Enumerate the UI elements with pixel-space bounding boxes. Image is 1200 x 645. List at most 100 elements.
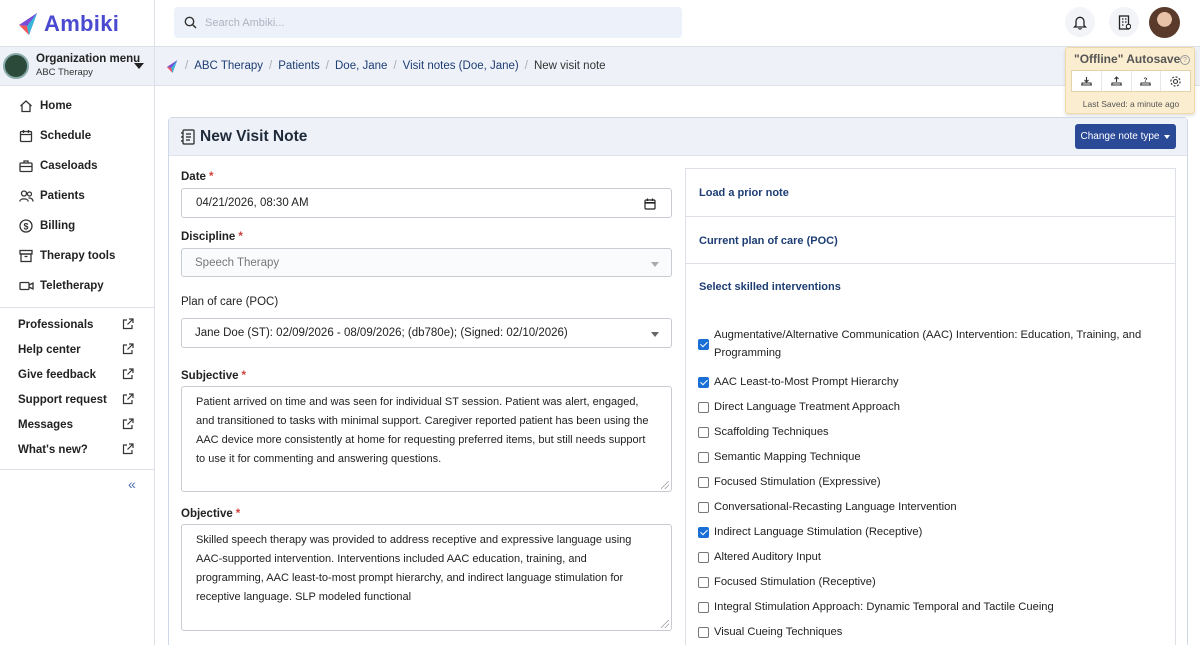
sidebar-item-teletherapy[interactable]: Teletherapy [0,271,154,301]
breadcrumb-abc-therapy[interactable]: ABC Therapy [194,60,263,72]
search-icon [184,16,197,29]
breadcrumb-patient[interactable]: Doe, Jane [335,60,387,72]
subjective-label: Subjective * [181,370,247,382]
chevron-down-icon [651,262,659,267]
intervention-label: Focused Stimulation (Expressive) [714,476,881,488]
caret-down-icon [134,63,144,69]
autosave-upload-button[interactable] [1102,71,1132,91]
intervention-checkbox-row[interactable]: Integral Stimulation Approach: Dynamic T… [698,598,1148,616]
help-icon[interactable]: ? [1180,55,1190,65]
collapse-sidebar-icon[interactable]: « [128,476,136,492]
sidebar-item-home[interactable]: Home [0,91,154,121]
sidebar-item-label: Therapy tools [40,250,116,262]
checkbox[interactable] [698,552,709,563]
intervention-checkbox-row[interactable]: Scaffolding Techniques [698,423,1148,441]
app-name: Ambiki [44,11,120,36]
poc-select[interactable]: Jane Doe (ST): 02/09/2026 - 08/09/2026; … [181,318,672,348]
checkbox[interactable] [698,627,709,638]
current-poc-link[interactable]: Current plan of care (POC) [699,235,838,247]
date-input[interactable]: 04/21/2026, 08:30 AM [181,188,672,218]
panel-header: New Visit Note Change note type [169,118,1187,156]
checkbox[interactable] [698,577,709,588]
autosave-settings-button[interactable] [1161,71,1190,91]
autosave-save-button[interactable] [1072,71,1102,91]
sidebar-item-patients[interactable]: Patients [0,181,154,211]
sidebar-link-messages[interactable]: Messages [0,412,154,437]
checkbox[interactable] [698,452,709,463]
sidebar-link-label: What's new? [18,443,88,456]
checkbox[interactable] [698,477,709,488]
sidebar-link-help-center[interactable]: Help center [0,337,154,362]
notifications-button[interactable] [1065,7,1095,37]
intervention-checkbox-row[interactable]: Direct Language Treatment Approach [698,398,1148,416]
external-link-icon [122,368,134,380]
sidebar-item-schedule[interactable]: Schedule [0,121,154,151]
intervention-label: Visual Cueing Techniques [714,626,843,638]
intervention-checkbox-row[interactable]: Altered Auditory Input [698,548,1148,566]
checkbox[interactable] [698,427,709,438]
resize-grip-icon[interactable] [661,620,669,628]
checkbox[interactable] [698,339,709,350]
app-logo[interactable]: Ambiki [16,10,119,38]
checkbox[interactable] [698,402,709,413]
apps-button[interactable] [1109,7,1139,37]
tray-up-icon [1110,75,1122,86]
change-note-type-button[interactable]: Change note type [1075,124,1176,149]
page-title: New Visit Note [200,127,308,145]
org-name: ABC Therapy [36,67,93,78]
checkbox[interactable] [698,377,709,388]
load-prior-note-link[interactable]: Load a prior note [699,187,789,199]
current-poc-section[interactable]: Current plan of care (POC) [686,217,1175,264]
change-note-type-label: Change note type [1080,131,1160,142]
discipline-select[interactable]: Speech Therapy [181,248,672,277]
external-link-icon [122,443,134,455]
objective-label: Objective * [181,508,241,520]
caret-down-icon [1164,134,1171,139]
organization-menu[interactable]: Organization menu ABC Therapy [0,46,154,86]
intervention-checkbox-row[interactable]: Semantic Mapping Technique [698,448,1148,466]
search-box[interactable] [174,7,682,38]
external-link-icon [122,393,134,405]
subjective-textarea[interactable]: Patient arrived on time and was seen for… [181,386,672,492]
resize-grip-icon[interactable] [661,481,669,489]
breadcrumb-separator: / [185,60,189,72]
objective-textarea[interactable]: Skilled speech therapy was provided to a… [181,524,672,631]
skilled-interventions-title: Select skilled interventions [699,281,841,293]
discipline-label: Discipline * [181,231,243,243]
breadcrumb-visit-notes[interactable]: Visit notes (Doe, Jane) [403,60,519,72]
load-prior-note-section[interactable]: Load a prior note [686,169,1175,217]
intervention-checkbox-row[interactable]: Focused Stimulation (Expressive) [698,473,1148,491]
checkbox[interactable] [698,527,709,538]
poc-value: Jane Doe (ST): 02/09/2026 - 08/09/2026; … [195,327,568,339]
breadcrumb-patients[interactable]: Patients [278,60,320,72]
search-input[interactable] [205,16,645,29]
user-avatar[interactable] [1149,7,1180,38]
intervention-checkbox-row[interactable]: Focused Stimulation (Receptive) [698,573,1148,591]
sidebar-link-support-request[interactable]: Support request [0,387,154,412]
autosave-help-button[interactable]: ? [1132,71,1162,91]
sidebar-item-caseloads[interactable]: Caseloads [0,151,154,181]
intervention-label: Semantic Mapping Technique [714,451,861,463]
checkbox[interactable] [698,602,709,613]
intervention-checkbox-row[interactable]: Visual Cueing Techniques [698,623,1148,641]
sidebar-item-label: Patients [40,190,85,202]
intervention-checkbox-row[interactable]: AAC Least-to-Most Prompt Hierarchy [698,373,1148,391]
objective-text: Skilled speech therapy was provided to a… [196,534,632,603]
intervention-checkbox-row[interactable]: Indirect Language Stimulation (Receptive… [698,523,1148,541]
sidebar-link-label: Messages [18,418,73,431]
ambiki-small-logo-icon[interactable] [165,59,179,74]
checkbox[interactable] [698,502,709,513]
intervention-checkbox-row[interactable]: Conversational-Recasting Language Interv… [698,498,1148,516]
sidebar-item-therapy-tools[interactable]: Therapy tools [0,241,154,271]
sidebar-link-whats-new[interactable]: What's new? [0,437,154,462]
sidebar-link-label: Give feedback [18,368,96,381]
sidebar-link-professionals[interactable]: Professionals [0,312,154,337]
breadcrumb-separator: / [524,60,528,72]
skilled-interventions-section: Select skilled interventions Augmentativ… [686,264,1175,645]
sidebar-item-billing[interactable]: $ Billing [0,211,154,241]
intervention-checkbox-row[interactable]: Augmentative/Alternative Communication (… [698,326,1148,362]
sidebar-link-give-feedback[interactable]: Give feedback [0,362,154,387]
org-seal-icon [3,53,29,79]
external-link-icon [122,343,134,355]
calendar-icon[interactable] [644,198,656,210]
